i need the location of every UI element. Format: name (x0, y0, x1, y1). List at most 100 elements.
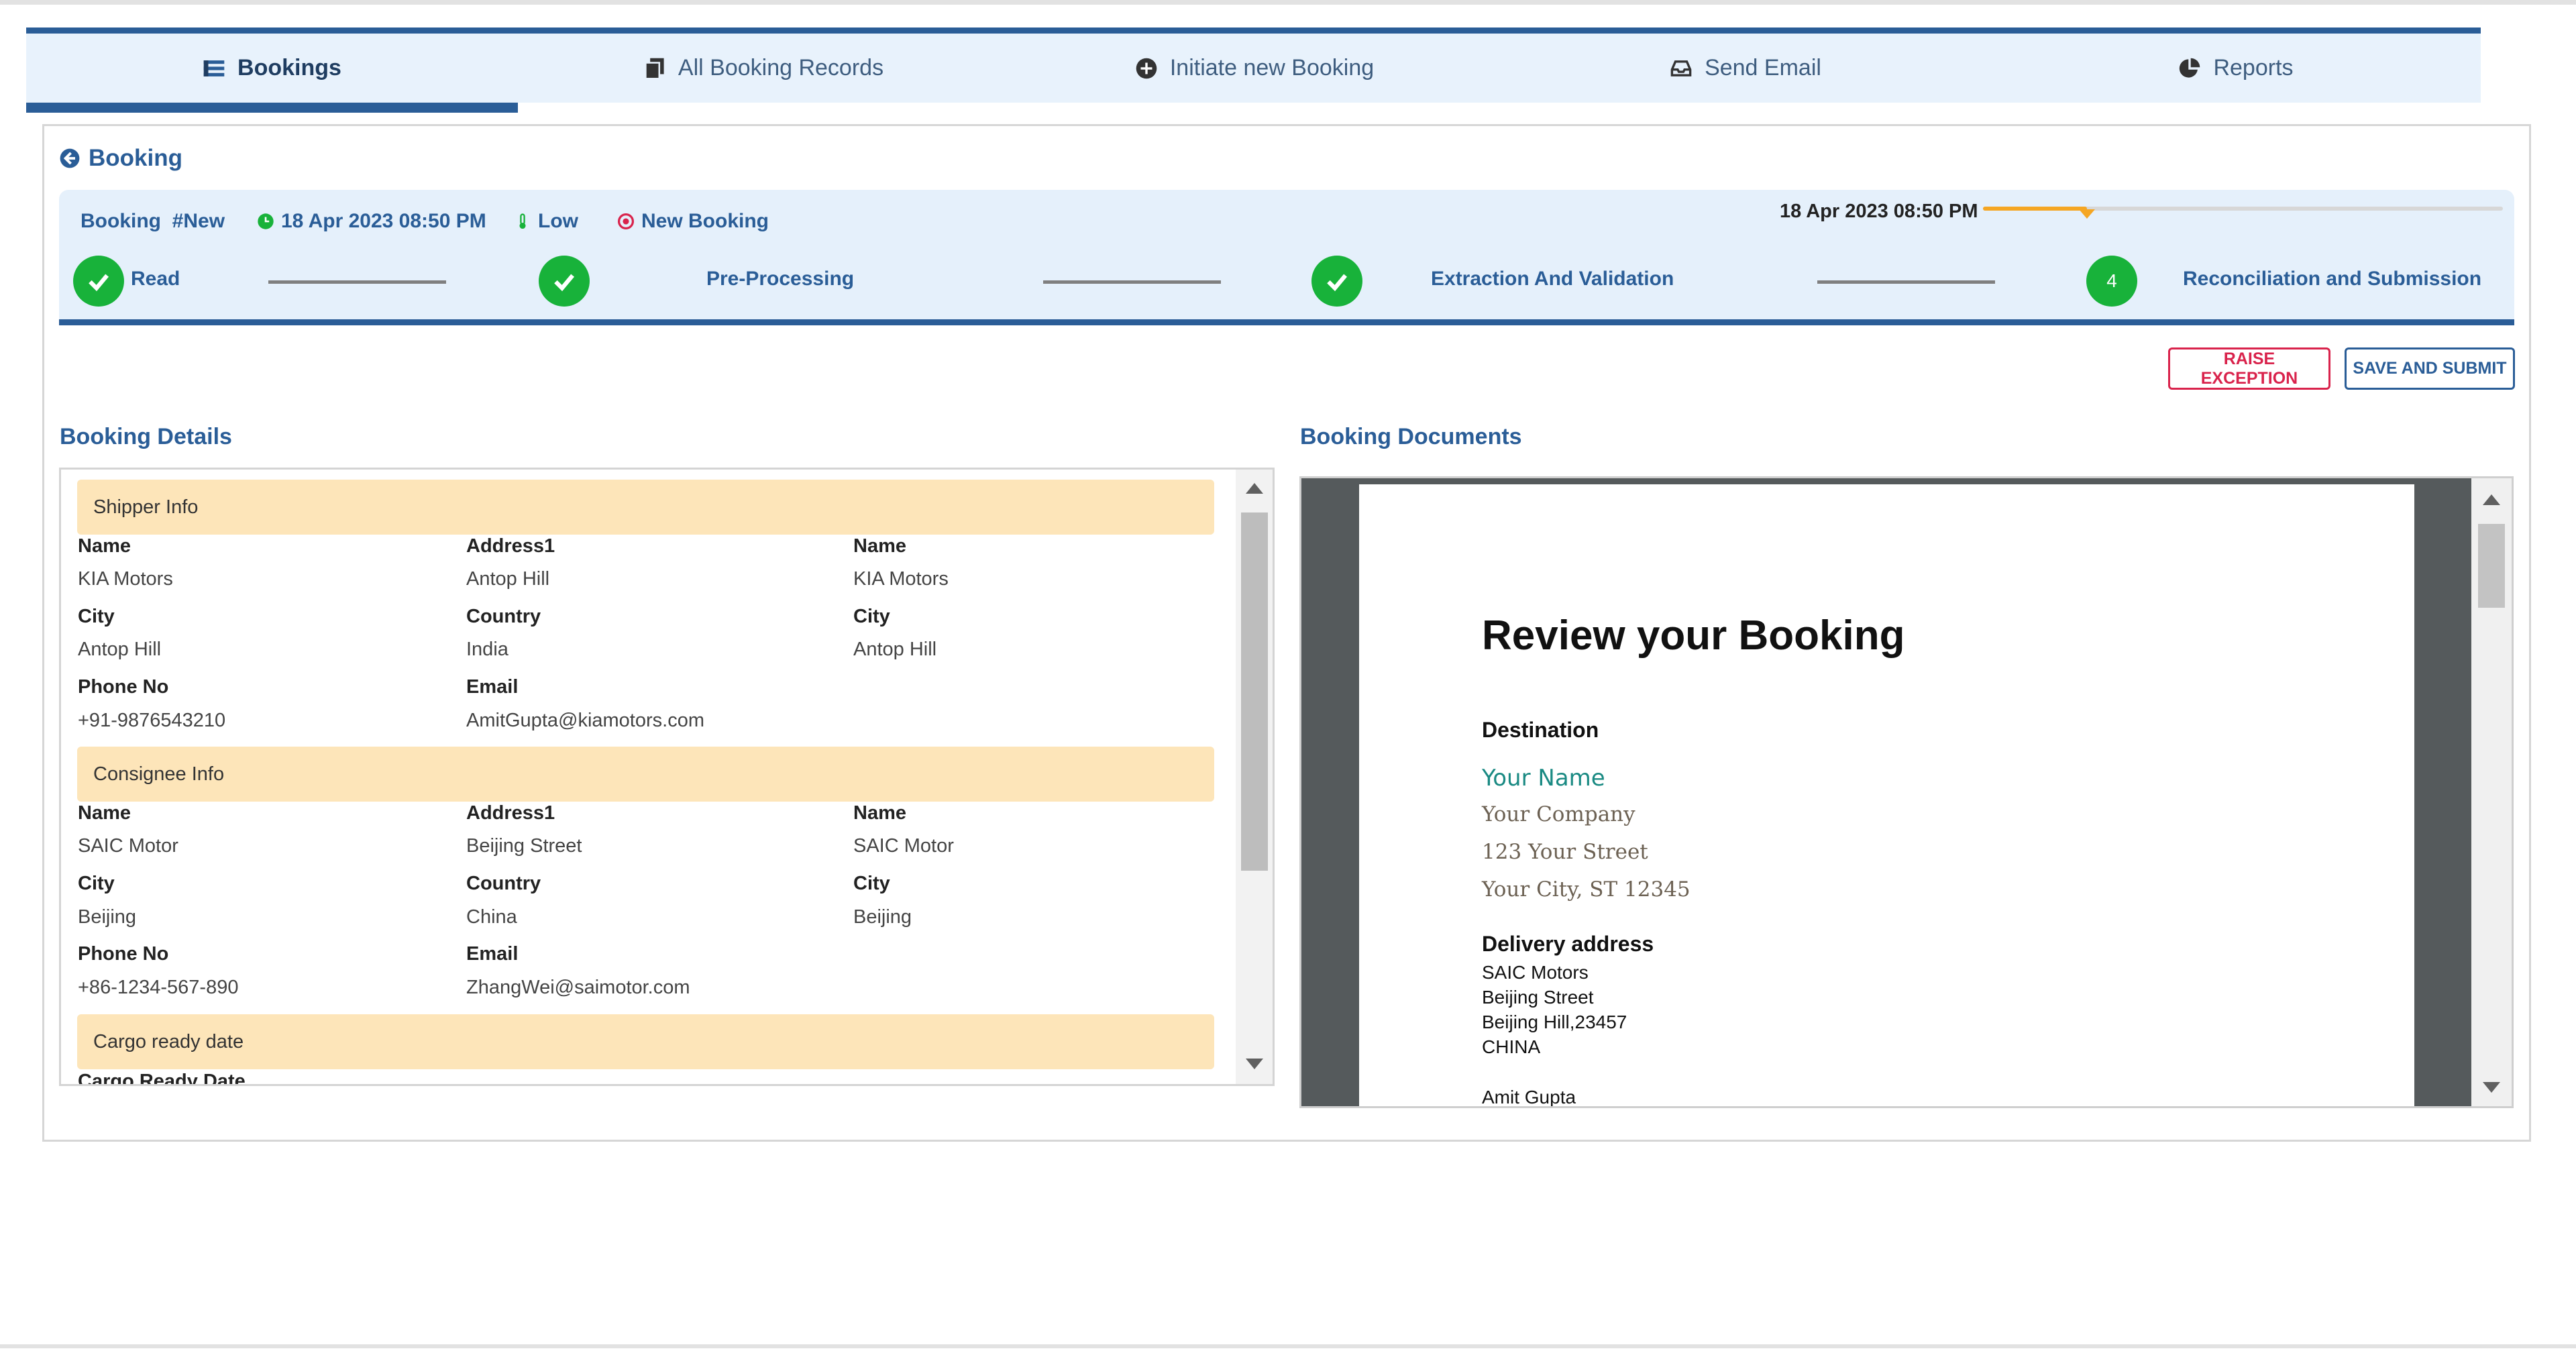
timestamp-text: 18 Apr 2023 08:50 PM (281, 210, 486, 232)
field-label: Cargo Ready Date (78, 1071, 246, 1086)
top-border (0, 0, 2576, 5)
field-label: Phone No (78, 943, 169, 965)
step-connector (268, 280, 446, 284)
doc-delivery-line: Beijing Hill,23457 (1482, 1012, 1627, 1032)
booking-details-panel[interactable]: Shipper Info Name KIA Motors Address1 An… (59, 468, 1275, 1086)
field-label: Address1 (466, 802, 555, 824)
consignee-country: China (466, 906, 517, 928)
doc-your-street: 123 Your Street (1482, 840, 1648, 864)
shipper-city: Antop Hill (78, 639, 162, 660)
active-tab-indicator (26, 103, 518, 113)
check-icon (1327, 274, 1348, 292)
document-viewer[interactable]: Review your Booking Destination Your Nam… (1299, 476, 2514, 1108)
scroll-thumb[interactable] (1241, 512, 1268, 871)
step-read-status (73, 256, 124, 307)
shipper-name: KIA Motors (78, 568, 173, 590)
field-label: City (853, 606, 890, 627)
step-preprocessing-status (539, 256, 590, 307)
priority-text: Low (538, 210, 578, 232)
field-label: City (853, 873, 890, 894)
shipper-city-2: Antop Hill (853, 639, 937, 660)
shipper-email: AmitGupta@kiamotors.com (466, 710, 704, 731)
tab-bookings[interactable]: Bookings (26, 34, 518, 103)
booking-id: Booking #New (80, 210, 225, 233)
tab-all-booking-records[interactable]: All Booking Records (518, 34, 1009, 103)
doc-signoff: Amit Gupta (1482, 1087, 1576, 1107)
doc-your-company: Your Company (1482, 802, 1635, 826)
scroll-thumb[interactable] (2478, 524, 2505, 608)
dot-circle-icon (617, 213, 635, 230)
check-icon (89, 274, 109, 292)
field-label: Country (466, 873, 541, 894)
tab-label: Send Email (1705, 55, 1821, 80)
field-label: Country (466, 606, 541, 627)
field-label: Name (853, 802, 906, 824)
progress-fill (1983, 207, 2087, 211)
progress-timestamp: 18 Apr 2023 08:50 PM (1780, 201, 1978, 222)
doc-destination-label: Destination (1482, 718, 1599, 742)
state-text: New Booking (641, 210, 769, 232)
consignee-email: ZhangWei@saimotor.com (466, 977, 690, 998)
consignee-city-2: Beijing (853, 906, 912, 928)
copy-icon (645, 58, 664, 80)
bottom-border (0, 1344, 2576, 1348)
field-label: Email (466, 676, 519, 698)
shipper-info-header: Shipper Info (77, 480, 1214, 535)
shipper-name-2: KIA Motors (853, 568, 949, 590)
back-link[interactable]: Booking (59, 145, 182, 172)
step-read-label: Read (131, 268, 180, 290)
field-label: Phone No (78, 676, 169, 698)
tab-send-email[interactable]: Send Email (1500, 34, 1991, 103)
tab-label: Reports (2213, 55, 2294, 80)
field-label: City (78, 606, 115, 627)
tab-initiate-new-booking[interactable]: Initiate new Booking (1009, 34, 1500, 103)
back-label: Booking (89, 145, 182, 171)
consignee-address: Beijing Street (466, 835, 582, 857)
document-scrollbar[interactable] (2471, 478, 2512, 1106)
field-label: Name (78, 802, 131, 824)
scroll-up-icon[interactable] (1246, 483, 1263, 494)
progress-marker (2079, 209, 2095, 219)
check-icon (554, 274, 575, 292)
doc-delivery-line: SAIC Motors (1482, 962, 1589, 983)
priority: Low (514, 210, 578, 233)
scroll-down-icon[interactable] (1246, 1059, 1263, 1069)
doc-delivery-line: Beijing Street (1482, 987, 1594, 1008)
doc-delivery-label: Delivery address (1482, 932, 1654, 956)
save-and-submit-button[interactable]: SAVE AND SUBMIT (2345, 347, 2515, 390)
booking-details-title: Booking Details (60, 424, 232, 449)
consignee-name-2: SAIC Motor (853, 835, 954, 857)
booking-documents-title: Booking Documents (1300, 424, 1522, 449)
booking-id-text: Booking #New (80, 210, 225, 232)
scroll-down-icon[interactable] (2483, 1082, 2500, 1093)
cargo-ready-header: Cargo ready date (77, 1014, 1214, 1069)
tab-label: Bookings (237, 55, 341, 80)
step-connector (1043, 280, 1221, 284)
shipper-country: India (466, 639, 508, 660)
step-reconciliation-label: Reconciliation and Submission (2183, 268, 2482, 290)
details-scrollbar[interactable] (1236, 470, 1273, 1084)
raise-exception-button[interactable]: RAISE EXCEPTION (2168, 347, 2330, 390)
consignee-phone: +86-1234-567-890 (78, 977, 239, 998)
step-extraction-label: Extraction And Validation (1431, 268, 1674, 290)
main-tabs: Bookings All Booking Records Initiate ne… (26, 28, 2481, 103)
booking-timestamp: 18 Apr 2023 08:50 PM (257, 210, 486, 233)
field-label: Address1 (466, 535, 555, 557)
list-icon (203, 60, 225, 76)
shipper-phone: +91-9876543210 (78, 710, 226, 731)
booking-state: New Booking (617, 210, 769, 233)
scroll-up-icon[interactable] (2483, 494, 2500, 505)
step-extraction-status (1311, 256, 1362, 307)
doc-your-name: Your Name (1482, 765, 1605, 792)
step-reconciliation-status: 4 (2086, 256, 2137, 307)
booking-status-band: Booking #New 18 Apr 2023 08:50 PM Low Ne… (59, 190, 2514, 325)
document-page: Review your Booking Destination Your Nam… (1359, 484, 2414, 1107)
field-label: Name (853, 535, 906, 557)
tab-reports[interactable]: Reports (1991, 34, 2481, 103)
doc-delivery-line: CHINA (1482, 1036, 1541, 1057)
shipper-address: Antop Hill (466, 568, 550, 590)
tab-label: Initiate new Booking (1169, 55, 1375, 80)
step-connector (1817, 280, 1995, 284)
consignee-city: Beijing (78, 906, 137, 928)
thermometer-icon (519, 213, 526, 229)
